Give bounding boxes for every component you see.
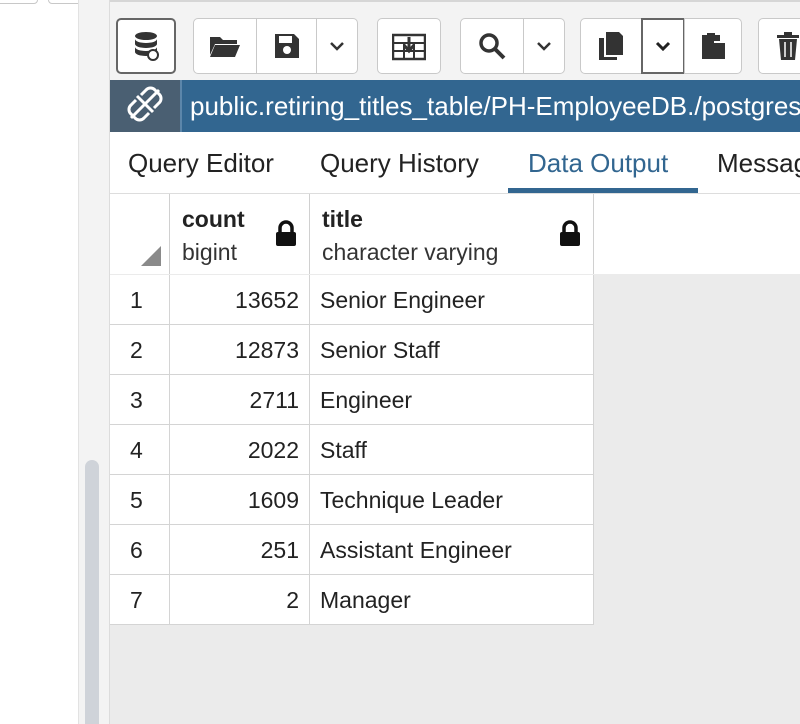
table-row[interactable]: 3 2711 Engineer [110,375,594,425]
chevron-down-icon [655,41,671,51]
column-header-count[interactable]: count bigint [170,194,310,274]
browser-scrollbar[interactable] [85,460,99,724]
query-toolbar [110,0,800,80]
tab-messages[interactable]: Messages [717,132,800,194]
select-all-corner[interactable] [110,194,170,274]
cell-title[interactable]: Assistant Engineer [310,525,594,575]
trash-icon [775,31,800,61]
copy-icon [598,31,624,61]
query-title-bar: public.retiring_titles_table/PH-Employee… [110,80,800,132]
chevron-down-icon [329,41,345,51]
paste-button[interactable] [684,18,742,74]
select-all-triangle-icon [141,246,161,266]
panel-tabs: Query Editor Query History Data Output M… [110,132,800,194]
cell-count[interactable]: 251 [170,525,310,575]
cell-count[interactable]: 2711 [170,375,310,425]
tab-data-output[interactable]: Data Output [528,132,668,194]
table-row[interactable]: 2 12873 Senior Staff [110,325,594,375]
search-icon [478,32,506,60]
cell-count[interactable]: 1609 [170,475,310,525]
database-connection-button[interactable] [116,18,176,74]
save-options-dropdown[interactable] [316,18,358,74]
plug-icon [127,86,163,127]
copy-options-dropdown[interactable] [641,18,685,74]
row-number[interactable]: 1 [110,275,170,325]
browser-toolbar-button[interactable] [0,0,38,4]
download-icon [392,31,426,61]
tab-query-history[interactable]: Query History [320,132,479,194]
row-number[interactable]: 6 [110,525,170,575]
open-file-button[interactable] [193,18,257,74]
find-button[interactable] [460,18,524,74]
cell-title[interactable]: Staff [310,425,594,475]
find-options-dropdown[interactable] [523,18,565,74]
table-row[interactable]: 6 251 Assistant Engineer [110,525,594,575]
download-results-button[interactable] [377,18,441,74]
column-header-title[interactable]: title character varying [310,194,594,274]
folder-open-icon [209,33,241,59]
copy-button[interactable] [580,18,642,74]
browser-pane [0,0,100,724]
paste-icon [700,31,726,61]
cell-count[interactable]: 13652 [170,275,310,325]
row-number[interactable]: 7 [110,575,170,625]
delete-rows-button[interactable] [758,18,800,74]
cell-count[interactable]: 2022 [170,425,310,475]
table-row[interactable]: 1 13652 Senior Engineer [110,275,594,325]
cell-count[interactable]: 2 [170,575,310,625]
cell-title[interactable]: Senior Engineer [310,275,594,325]
query-title: public.retiring_titles_table/PH-Employee… [190,90,800,121]
table-row[interactable]: 4 2022 Staff [110,425,594,475]
cell-title[interactable]: Manager [310,575,594,625]
row-number[interactable]: 2 [110,325,170,375]
column-type: character varying [322,239,499,265]
cell-title[interactable]: Engineer [310,375,594,425]
lock-icon [558,220,582,253]
row-number[interactable]: 3 [110,375,170,425]
row-number[interactable]: 5 [110,475,170,525]
table-row[interactable]: 5 1609 Technique Leader [110,475,594,525]
database-icon [133,31,159,61]
cell-count[interactable]: 12873 [170,325,310,375]
save-button[interactable] [256,18,317,74]
data-output-grid: count bigint title character varying 1 1… [110,194,800,724]
active-tab-indicator [508,188,698,193]
chevron-down-icon [536,41,552,51]
table-row[interactable]: 7 2 Manager [110,575,594,625]
lock-icon [274,220,298,253]
save-icon [274,33,300,59]
grid-header: count bigint title character varying [110,194,800,274]
connection-status-icon[interactable] [110,80,182,132]
column-name: title [322,206,363,232]
row-number[interactable]: 4 [110,425,170,475]
cell-title[interactable]: Technique Leader [310,475,594,525]
cell-title[interactable]: Senior Staff [310,325,594,375]
tab-query-editor[interactable]: Query Editor [128,132,274,194]
grid-header-filler [594,194,800,274]
